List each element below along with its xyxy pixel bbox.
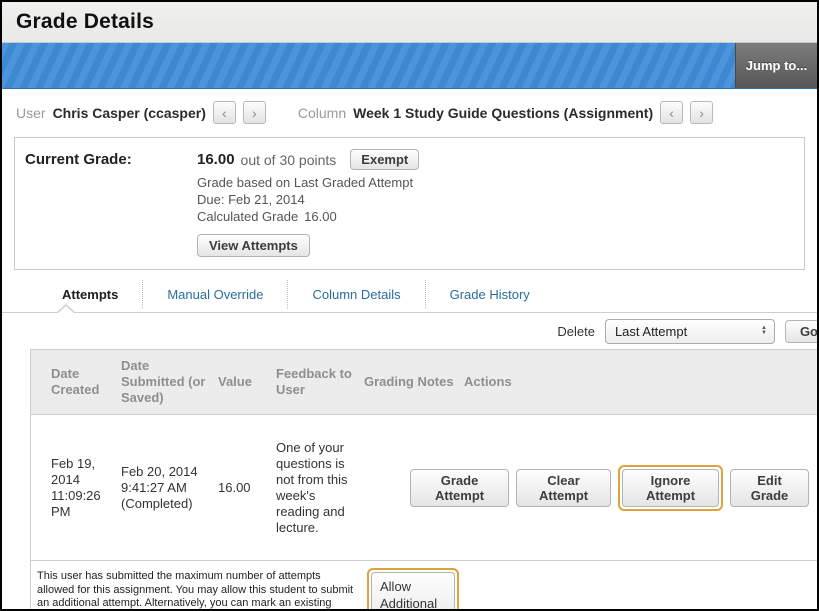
delete-bar: Delete Last Attempt ▲▼ Go xyxy=(2,313,817,349)
current-grade-values: 16.00 out of 30 points Exempt Grade base… xyxy=(197,149,419,257)
next-user-button[interactable]: › xyxy=(243,101,266,124)
tab-manual-override[interactable]: Manual Override xyxy=(142,280,287,309)
jump-to-button[interactable]: Jump to... xyxy=(735,43,817,88)
calculated-grade-value: 16.00 xyxy=(304,209,337,224)
previous-user-button[interactable]: ‹ xyxy=(213,101,236,124)
tab-bar: Attempts Manual Override Column Details … xyxy=(2,280,817,309)
cell-date-created: Feb 19, 2014 11:09:26 PM xyxy=(31,415,121,561)
user-label: User xyxy=(16,105,46,121)
delete-attempt-select[interactable]: Last Attempt ▲▼ xyxy=(605,319,775,344)
action-bar: Jump to... xyxy=(2,43,817,89)
ignore-attempt-button[interactable]: Ignore Attempt xyxy=(622,469,719,507)
tab-attempts[interactable]: Attempts xyxy=(38,280,142,309)
header-feedback: Feedback to User xyxy=(276,350,364,415)
grade-basis: Grade based on Last Graded Attempt xyxy=(197,174,419,191)
user-name: Chris Casper (ccasper) xyxy=(53,105,206,121)
max-attempts-footer: This user has submitted the maximum numb… xyxy=(31,561,817,611)
due-date: Due: Feb 21, 2014 xyxy=(197,191,419,208)
context-nav: User Chris Casper (ccasper) ‹ › Column W… xyxy=(2,89,817,134)
current-grade-label: Current Grade: xyxy=(25,149,197,257)
header-value: Value xyxy=(218,350,276,415)
cell-value: 16.00 xyxy=(218,415,276,561)
ignore-attempt-highlight-ring: Ignore Attempt xyxy=(618,465,723,511)
cell-date-submitted: Feb 20, 2014 9:41:27 AM (Completed) xyxy=(121,415,218,561)
attempts-table: Date Created Date Submitted (or Saved) V… xyxy=(31,349,817,561)
column-name: Week 1 Study Guide Questions (Assignment… xyxy=(353,105,653,121)
next-column-button[interactable]: › xyxy=(690,101,713,124)
grade-score: 16.00 xyxy=(197,151,235,168)
allow-additional-highlight-ring: Allow Additional Attempt xyxy=(367,568,459,611)
select-stepper-icon: ▲▼ xyxy=(761,326,767,336)
selected-option: Last Attempt xyxy=(615,324,687,339)
column-label: Column xyxy=(298,105,346,121)
current-grade-panel: Current Grade: 16.00 out of 30 points Ex… xyxy=(14,137,805,270)
page-title: Grade Details xyxy=(16,10,154,34)
delete-label: Delete xyxy=(557,324,595,339)
tab-content-divider xyxy=(2,312,817,313)
grade-attempt-button[interactable]: Grade Attempt xyxy=(410,469,509,507)
clear-attempt-button[interactable]: Clear Attempt xyxy=(516,469,611,507)
grade-out-of: out of 30 points xyxy=(241,152,337,168)
allow-additional-attempt-button[interactable]: Allow Additional Attempt xyxy=(371,572,455,611)
attempts-section: Date Created Date Submitted (or Saved) V… xyxy=(30,349,817,611)
header-date-created: Date Created xyxy=(31,350,121,415)
title-bar: Grade Details xyxy=(2,2,817,43)
cell-actions: Grade Attempt Clear Attempt Ignore Attem… xyxy=(464,415,817,561)
exempt-button[interactable]: Exempt xyxy=(350,149,419,170)
header-grading-notes: Grading Notes xyxy=(364,350,464,415)
calculated-grade-label: Calculated Grade xyxy=(197,209,298,224)
header-date-submitted: Date Submitted (or Saved) xyxy=(121,350,218,415)
edit-grade-button[interactable]: Edit Grade xyxy=(730,469,809,507)
tab-column-details[interactable]: Column Details xyxy=(287,280,424,309)
calculated-grade-line: Calculated Grade 16.00 xyxy=(197,208,419,225)
tab-grade-history[interactable]: Grade History xyxy=(425,280,554,309)
cell-feedback: One of your questions is not from this w… xyxy=(276,415,364,561)
grade-details-page: Grade Details Jump to... User Chris Casp… xyxy=(0,0,819,611)
table-header-row: Date Created Date Submitted (or Saved) V… xyxy=(31,350,817,415)
active-tab-notch xyxy=(56,304,76,313)
go-button[interactable]: Go xyxy=(785,320,819,343)
attempt-row: Feb 19, 2014 11:09:26 PM Feb 20, 2014 9:… xyxy=(31,415,817,561)
view-attempts-button[interactable]: View Attempts xyxy=(197,234,310,257)
header-actions: Actions xyxy=(464,350,817,415)
max-attempts-notice: This user has submitted the maximum numb… xyxy=(37,568,355,611)
previous-column-button[interactable]: ‹ xyxy=(660,101,683,124)
